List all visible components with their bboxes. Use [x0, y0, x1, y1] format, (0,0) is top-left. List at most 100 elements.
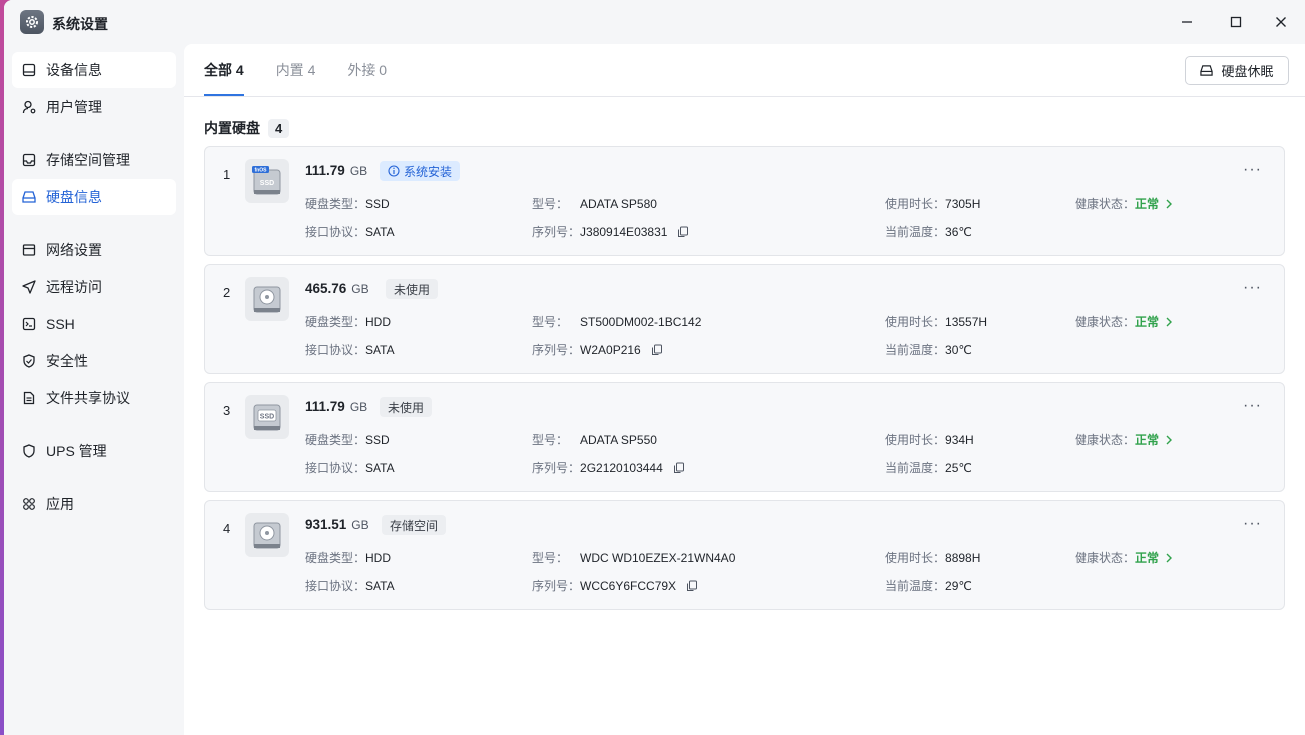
model-field: 型号： ADATA SP550 [532, 432, 657, 448]
minimize-button[interactable] [1174, 10, 1200, 34]
sidebar-item-disk-info[interactable]: 硬盘信息 [12, 179, 176, 215]
sidebar: 设备信息 用户管理 存储空间管理 硬盘信息 网络设置 远程访问 SSH 安全性 [4, 44, 184, 735]
disk-type-field: 硬盘类型： HDD [305, 314, 392, 330]
sidebar-item-file-sharing[interactable]: 文件共享协议 [12, 380, 176, 416]
tab-divider [184, 96, 1305, 97]
sidebar-item-security[interactable]: 安全性 [12, 343, 176, 379]
tab-internal[interactable]: 内置 4 [276, 44, 316, 96]
tab-all[interactable]: 全部 4 [204, 44, 244, 96]
sidebar-item-device-info[interactable]: 设备信息 [12, 52, 176, 88]
section-header: 内置硬盘 4 [204, 118, 290, 138]
disk-sleep-button[interactable]: 硬盘休眠 [1185, 56, 1289, 85]
ssd-label-text: SSD [260, 180, 274, 187]
health-status-link[interactable]: 健康状态： 正常 [1075, 549, 1173, 566]
sidebar-item-ups[interactable]: UPS 管理 [12, 433, 176, 469]
serial-field: 序列号： WCC6Y6FCC79X [532, 577, 698, 594]
info-icon [388, 165, 400, 177]
disk-icon [22, 190, 36, 204]
tab-external[interactable]: 外接 0 [347, 44, 387, 96]
more-options-button[interactable]: ··· [1243, 161, 1262, 179]
hdd-icon [245, 277, 289, 321]
temperature-field: 当前温度： 36℃ [885, 224, 972, 240]
sidebar-item-label: UPS 管理 [46, 443, 107, 459]
disk-size-value: 111.79 [305, 163, 345, 178]
usage-hours-field: 使用时长： 7305H [885, 196, 981, 212]
system-install-badge: 系统安装 [380, 161, 461, 181]
ssd-brand-badge: fnOS [255, 168, 268, 174]
health-status-link[interactable]: 健康状态： 正常 [1075, 431, 1173, 448]
disk-index: 2 [223, 285, 231, 300]
tab-bar: 全部 4 内置 4 外接 0 [204, 44, 419, 96]
sidebar-item-label: 远程访问 [46, 279, 102, 295]
disk-sleep-label: 硬盘休眠 [1221, 64, 1274, 79]
more-options-button[interactable]: ··· [1243, 397, 1262, 415]
disk-capacity: 111.79 GB [305, 163, 367, 178]
disk-type-field: 硬盘类型： HDD [305, 550, 392, 566]
disk-card[interactable]: 4 931.51 GB 存储空间 ··· 硬盘类型： HDD 接口协议： SATA … [204, 500, 1285, 610]
disk-size-value: 931.51 [305, 517, 347, 532]
copy-icon[interactable] [686, 580, 698, 592]
interface-field: 接口协议： SATA [305, 578, 395, 594]
disk-icon [1200, 64, 1214, 77]
disk-size-unit: GB [349, 400, 368, 414]
usage-hours-field: 使用时长： 934H [885, 432, 974, 448]
usage-hours-field: 使用时长： 8898H [885, 550, 981, 566]
serial-field: 序列号： W2A0P216 [532, 341, 663, 358]
disk-status-badge: 存储空间 [382, 515, 447, 535]
settings-gear-icon [20, 10, 44, 34]
sidebar-item-label: 安全性 [46, 353, 88, 369]
apps-icon [22, 497, 36, 511]
sidebar-item-label: 设备信息 [46, 62, 102, 78]
disk-type-field: 硬盘类型： SSD [305, 196, 390, 212]
count-badge: 4 [268, 118, 290, 138]
sidebar-item-storage[interactable]: 存储空间管理 [12, 142, 176, 178]
main-panel: 全部 4 内置 4 外接 0 硬盘休眠 内置硬盘 4 1 fnOS SSD 11… [184, 44, 1305, 735]
copy-icon[interactable] [651, 344, 663, 356]
sidebar-item-remote-access[interactable]: 远程访问 [12, 269, 176, 305]
model-field: 型号： ADATA SP580 [532, 196, 657, 212]
health-status-link[interactable]: 健康状态： 正常 [1075, 313, 1173, 330]
disk-size-unit: GB [351, 282, 369, 296]
serial-field: 序列号： J380914E03831 [532, 223, 689, 240]
more-options-button[interactable]: ··· [1243, 279, 1262, 297]
terminal-icon [22, 317, 36, 331]
chevron-right-icon [1165, 553, 1173, 563]
maximize-button[interactable] [1223, 10, 1249, 34]
temperature-field: 当前温度： 30℃ [885, 342, 972, 358]
sidebar-item-label: 应用 [46, 496, 74, 512]
disk-card[interactable]: 3 SSD 111.79 GB 未使用 ··· 硬盘类型： SSD 接口协议： SA… [204, 382, 1285, 492]
usage-hours-field: 使用时长： 13557H [885, 314, 988, 330]
sidebar-item-label: 存储空间管理 [46, 152, 130, 168]
disk-capacity: 931.51 GB [305, 517, 369, 532]
disk-type-field: 硬盘类型： SSD [305, 432, 390, 448]
disk-card[interactable]: 2 465.76 GB 未使用 ··· 硬盘类型： HDD 接口协议： SATA 型… [204, 264, 1285, 374]
sidebar-item-users[interactable]: 用户管理 [12, 89, 176, 125]
ssd-label-text: SSD [260, 414, 274, 421]
temperature-field: 当前温度： 25℃ [885, 460, 972, 476]
sidebar-item-label: SSH [46, 316, 75, 332]
hdd-icon [245, 513, 289, 557]
storage-icon [22, 153, 36, 167]
interface-field: 接口协议： SATA [305, 342, 395, 358]
ssd-icon: fnOS SSD [245, 159, 289, 203]
section-title: 内置硬盘 [204, 120, 260, 136]
model-field: 型号： WDC WD10EZEX-21WN4A0 [532, 550, 736, 566]
sidebar-item-apps[interactable]: 应用 [12, 486, 176, 522]
sidebar-item-network[interactable]: 网络设置 [12, 232, 176, 268]
model-field: 型号： ST500DM002-1BC142 [532, 314, 702, 330]
user-icon [22, 100, 36, 114]
settings-window: 系统设置 设备信息 用户管理 存储空间管理 硬盘信息 网络设置 远程访问 SSH… [4, 0, 1305, 735]
disk-index: 1 [223, 167, 231, 182]
copy-icon[interactable] [677, 226, 689, 238]
disk-card[interactable]: 1 fnOS SSD 111.79 GB 系统安装 ··· 硬盘类型：SSD [204, 146, 1285, 256]
chevron-right-icon [1165, 317, 1173, 327]
health-status-link[interactable]: 健康状态： 正常 [1075, 195, 1173, 212]
more-options-button[interactable]: ··· [1243, 515, 1262, 533]
disk-size-unit: GB [349, 164, 368, 178]
title-bar: 系统设置 [4, 0, 1305, 44]
disk-size-value: 111.79 [305, 399, 345, 414]
device-icon [22, 63, 36, 77]
copy-icon[interactable] [673, 462, 685, 474]
sidebar-item-ssh[interactable]: SSH [12, 306, 176, 342]
close-button[interactable] [1268, 10, 1294, 34]
